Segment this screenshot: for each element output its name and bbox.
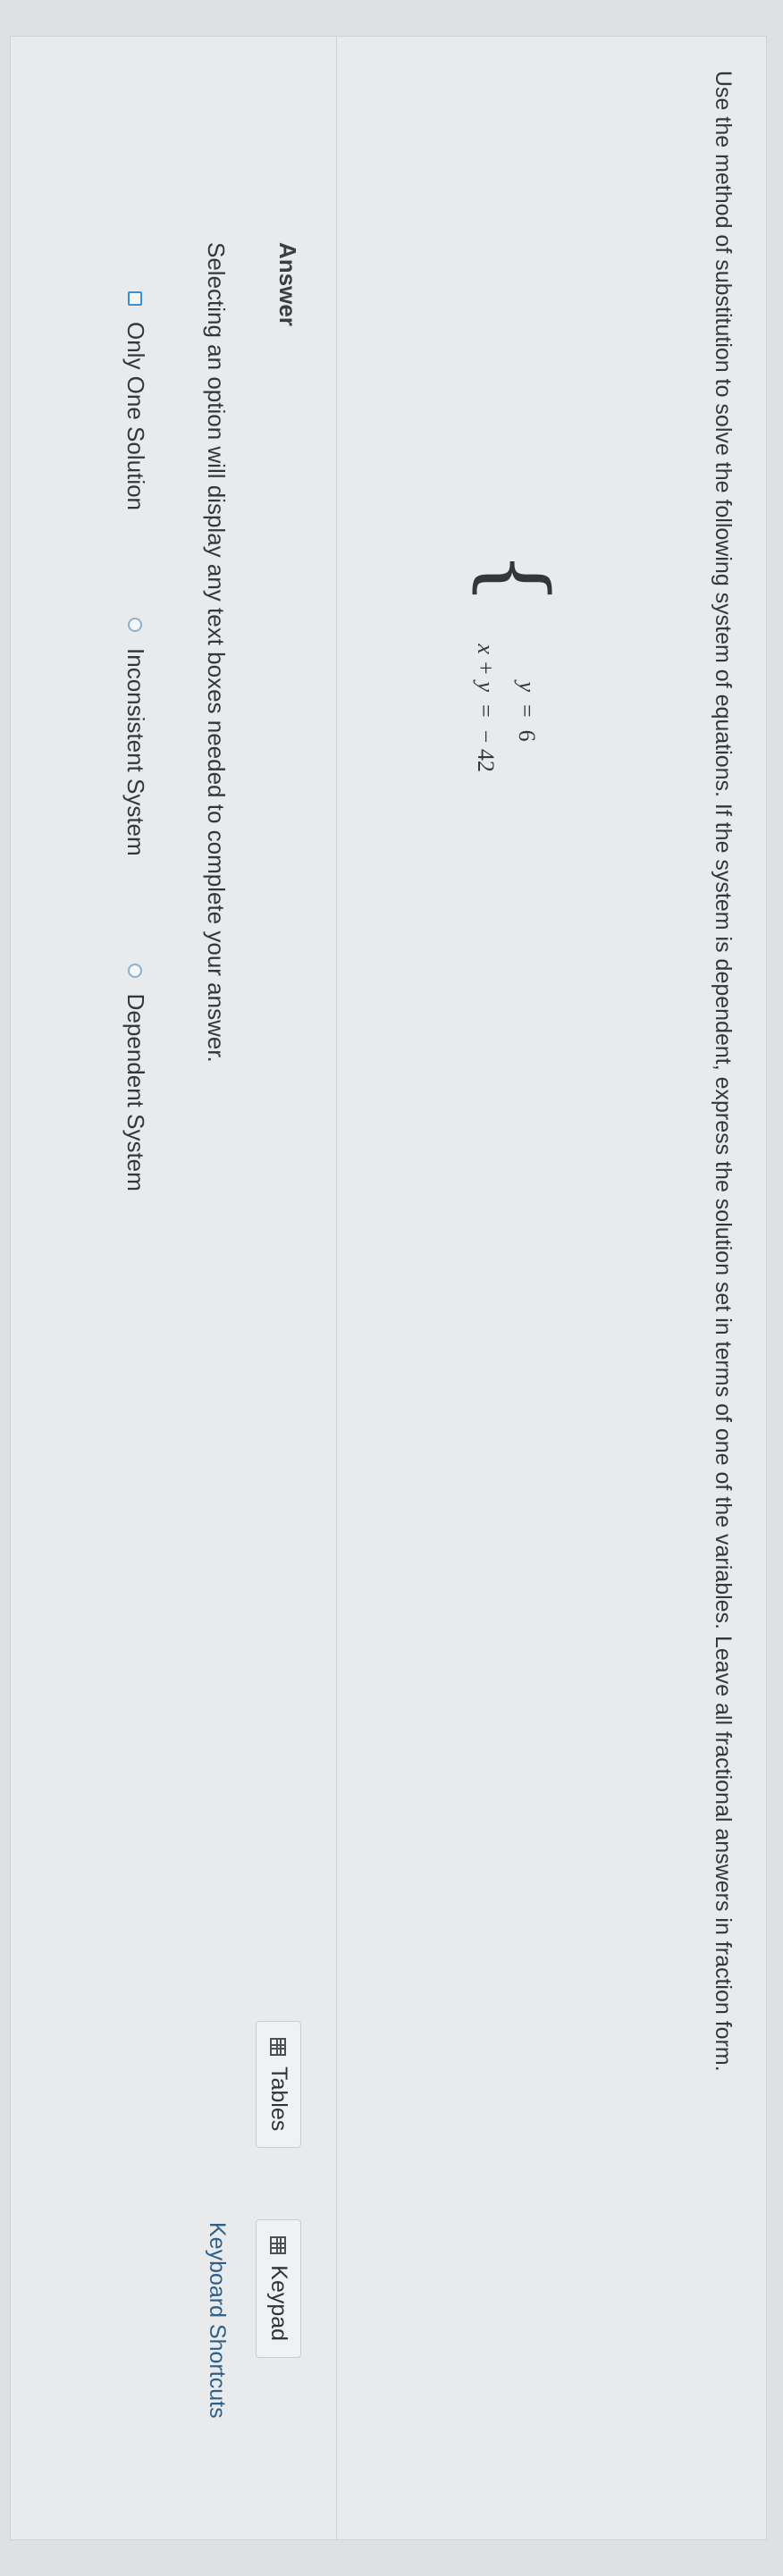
equation-2-rhs: − 42 xyxy=(473,729,499,772)
equation-2-lhs: x + y xyxy=(473,644,499,692)
equation-1-lhs: y xyxy=(514,681,540,692)
equation-1-op: = xyxy=(514,704,540,718)
section-divider xyxy=(336,37,337,2539)
equation-1: y = 6 xyxy=(513,602,540,742)
option-label: Only One Solution xyxy=(122,322,149,511)
question-card: Use the method of substitution to solve … xyxy=(10,36,767,2540)
table-icon xyxy=(270,2038,287,2056)
radio-icon[interactable] xyxy=(128,963,143,978)
equation-system: { y = 6 x + y = − 42 xyxy=(458,551,566,908)
tables-button[interactable]: Tables xyxy=(256,2021,301,2149)
option-label: Dependent System xyxy=(122,993,149,1191)
equation-2-op: = xyxy=(473,704,499,718)
answer-instructions: Selecting an option will display any tex… xyxy=(203,242,230,1063)
tables-button-label: Tables xyxy=(266,2067,291,2132)
question-text: Use the method of substitution to solve … xyxy=(711,71,736,2072)
answer-heading: Answer xyxy=(274,242,301,326)
checkbox-icon[interactable] xyxy=(128,291,143,306)
option-only-one-solution[interactable]: Only One Solution xyxy=(122,291,149,510)
keypad-icon xyxy=(270,2236,287,2255)
keypad-button-label: Keypad xyxy=(266,2265,291,2342)
option-inconsistent-system[interactable]: Inconsistent System xyxy=(122,618,149,856)
answer-toolbar: Tables Keypad xyxy=(256,2021,301,2359)
keypad-button[interactable]: Keypad xyxy=(256,2219,301,2359)
option-dependent-system[interactable]: Dependent System xyxy=(122,963,149,1191)
question-page: Use the method of substitution to solve … xyxy=(0,0,783,2576)
option-label: Inconsistent System xyxy=(122,648,149,856)
answer-options: Only One Solution Inconsistent System De… xyxy=(122,291,149,1299)
equation-1-rhs: 6 xyxy=(514,729,540,742)
radio-icon[interactable] xyxy=(128,618,143,633)
equation-2: x + y = − 42 xyxy=(472,586,499,772)
keyboard-shortcuts-link[interactable]: Keyboard Shortcuts xyxy=(204,2222,230,2419)
